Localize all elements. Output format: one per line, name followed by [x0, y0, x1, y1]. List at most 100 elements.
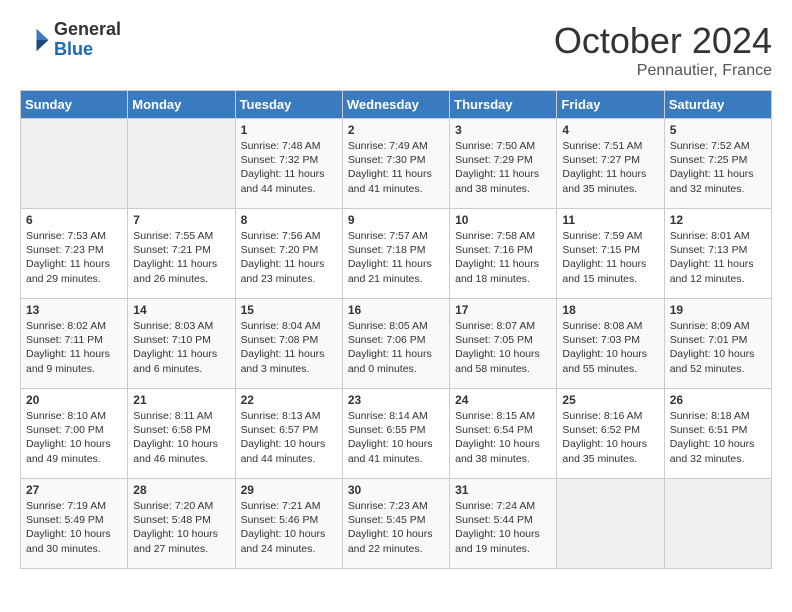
calendar-cell: 24 Sunrise: 8:15 AMSunset: 6:54 PMDayligh… [450, 389, 557, 479]
day-number: 27 [26, 483, 122, 497]
calendar-cell: 13Sunrise: 8:02 AMSunset: 7:11 PMDayligh… [21, 299, 128, 389]
logo-icon [20, 25, 50, 55]
day-number: 7 [133, 213, 229, 227]
calendar-cell: 6 Sunrise: 7:53 AMSunset: 7:23 PMDaylight… [21, 209, 128, 299]
cell-content: Sunrise: 8:04 AMSunset: 7:08 PMDaylight:… [241, 319, 337, 376]
calendar-cell: 18 Sunrise: 8:08 AMSunset: 7:03 PMDayligh… [557, 299, 664, 389]
cell-content: Sunrise: 8:09 AMSunset: 7:01 PMDaylight:… [670, 319, 766, 376]
calendar-cell [21, 119, 128, 209]
calendar-cell: 19 Sunrise: 8:09 AMSunset: 7:01 PMDayligh… [664, 299, 771, 389]
day-number: 20 [26, 393, 122, 407]
calendar-cell: 14 Sunrise: 8:03 AMSunset: 7:10 PMDayligh… [128, 299, 235, 389]
week-row-4: 27 Sunrise: 7:19 AMSunset: 5:49 PMDayligh… [21, 479, 772, 569]
cell-content: Sunrise: 8:11 AMSunset: 6:58 PMDaylight:… [133, 409, 229, 466]
day-number: 28 [133, 483, 229, 497]
day-number: 6 [26, 213, 122, 227]
calendar-cell: 3 Sunrise: 7:50 AMSunset: 7:29 PMDaylight… [450, 119, 557, 209]
logo-general: General [54, 20, 121, 40]
week-row-3: 20 Sunrise: 8:10 AMSunset: 7:00 PMDayligh… [21, 389, 772, 479]
calendar-cell [664, 479, 771, 569]
calendar-cell: 22 Sunrise: 8:13 AMSunset: 6:57 PMDayligh… [235, 389, 342, 479]
cell-content: Sunrise: 8:10 AMSunset: 7:00 PMDaylight:… [26, 409, 122, 466]
week-row-2: 13Sunrise: 8:02 AMSunset: 7:11 PMDayligh… [21, 299, 772, 389]
cell-content: Sunrise: 7:56 AMSunset: 7:20 PMDaylight:… [241, 229, 337, 286]
day-number: 1 [241, 123, 337, 137]
header-cell-sunday: Sunday [21, 91, 128, 119]
cell-content: Sunrise: 8:07 AMSunset: 7:05 PMDaylight:… [455, 319, 551, 376]
cell-content: Sunrise: 7:59 AMSunset: 7:15 PMDaylight:… [562, 229, 658, 286]
cell-content: Sunrise: 7:24 AMSunset: 5:44 PMDaylight:… [455, 499, 551, 556]
calendar-cell [557, 479, 664, 569]
day-number: 16 [348, 303, 444, 317]
calendar-cell: 12Sunrise: 8:01 AMSunset: 7:13 PMDayligh… [664, 209, 771, 299]
cell-content: Sunrise: 7:50 AMSunset: 7:29 PMDaylight:… [455, 139, 551, 196]
day-number: 12 [670, 213, 766, 227]
day-number: 19 [670, 303, 766, 317]
calendar-cell [128, 119, 235, 209]
calendar-cell: 27 Sunrise: 7:19 AMSunset: 5:49 PMDayligh… [21, 479, 128, 569]
cell-content: Sunrise: 7:52 AMSunset: 7:25 PMDaylight:… [670, 139, 766, 196]
calendar-cell: 17 Sunrise: 8:07 AMSunset: 7:05 PMDayligh… [450, 299, 557, 389]
calendar-table: SundayMondayTuesdayWednesdayThursdayFrid… [20, 90, 772, 569]
cell-content: Sunrise: 8:16 AMSunset: 6:52 PMDaylight:… [562, 409, 658, 466]
cell-content: Sunrise: 8:13 AMSunset: 6:57 PMDaylight:… [241, 409, 337, 466]
calendar-cell: 23Sunrise: 8:14 AMSunset: 6:55 PMDayligh… [342, 389, 449, 479]
cell-content: Sunrise: 7:21 AMSunset: 5:46 PMDaylight:… [241, 499, 337, 556]
calendar-cell: 21 Sunrise: 8:11 AMSunset: 6:58 PMDayligh… [128, 389, 235, 479]
week-row-0: 1 Sunrise: 7:48 AMSunset: 7:32 PMDaylight… [21, 119, 772, 209]
day-number: 9 [348, 213, 444, 227]
calendar-cell: 10Sunrise: 7:58 AMSunset: 7:16 PMDayligh… [450, 209, 557, 299]
day-number: 22 [241, 393, 337, 407]
cell-content: Sunrise: 8:18 AMSunset: 6:51 PMDaylight:… [670, 409, 766, 466]
day-number: 14 [133, 303, 229, 317]
day-number: 13 [26, 303, 122, 317]
cell-content: Sunrise: 7:55 AMSunset: 7:21 PMDaylight:… [133, 229, 229, 286]
day-number: 17 [455, 303, 551, 317]
day-number: 21 [133, 393, 229, 407]
day-number: 18 [562, 303, 658, 317]
calendar-cell: 5 Sunrise: 7:52 AMSunset: 7:25 PMDaylight… [664, 119, 771, 209]
calendar-cell: 11Sunrise: 7:59 AMSunset: 7:15 PMDayligh… [557, 209, 664, 299]
calendar-cell: 15 Sunrise: 8:04 AMSunset: 7:08 PMDayligh… [235, 299, 342, 389]
cell-content: Sunrise: 7:19 AMSunset: 5:49 PMDaylight:… [26, 499, 122, 556]
cell-content: Sunrise: 7:58 AMSunset: 7:16 PMDaylight:… [455, 229, 551, 286]
calendar-header: SundayMondayTuesdayWednesdayThursdayFrid… [21, 91, 772, 119]
day-number: 29 [241, 483, 337, 497]
day-number: 25 [562, 393, 658, 407]
calendar-cell: 30Sunrise: 7:23 AMSunset: 5:45 PMDayligh… [342, 479, 449, 569]
day-number: 5 [670, 123, 766, 137]
cell-content: Sunrise: 7:20 AMSunset: 5:48 PMDaylight:… [133, 499, 229, 556]
location-subtitle: Pennautier, France [554, 62, 772, 80]
calendar-cell: 9 Sunrise: 7:57 AMSunset: 7:18 PMDaylight… [342, 209, 449, 299]
header-cell-tuesday: Tuesday [235, 91, 342, 119]
header-cell-saturday: Saturday [664, 91, 771, 119]
calendar-cell: 16 Sunrise: 8:05 AMSunset: 7:06 PMDayligh… [342, 299, 449, 389]
day-number: 30 [348, 483, 444, 497]
day-number: 26 [670, 393, 766, 407]
day-number: 24 [455, 393, 551, 407]
calendar-body: 1 Sunrise: 7:48 AMSunset: 7:32 PMDaylight… [21, 119, 772, 569]
calendar-cell: 29 Sunrise: 7:21 AMSunset: 5:46 PMDayligh… [235, 479, 342, 569]
cell-content: Sunrise: 7:57 AMSunset: 7:18 PMDaylight:… [348, 229, 444, 286]
header-row: SundayMondayTuesdayWednesdayThursdayFrid… [21, 91, 772, 119]
calendar-cell: 28 Sunrise: 7:20 AMSunset: 5:48 PMDayligh… [128, 479, 235, 569]
day-number: 8 [241, 213, 337, 227]
header-cell-thursday: Thursday [450, 91, 557, 119]
calendar-cell: 26 Sunrise: 8:18 AMSunset: 6:51 PMDayligh… [664, 389, 771, 479]
cell-content: Sunrise: 8:03 AMSunset: 7:10 PMDaylight:… [133, 319, 229, 376]
header-cell-wednesday: Wednesday [342, 91, 449, 119]
week-row-1: 6 Sunrise: 7:53 AMSunset: 7:23 PMDaylight… [21, 209, 772, 299]
cell-content: Sunrise: 7:48 AMSunset: 7:32 PMDaylight:… [241, 139, 337, 196]
calendar-cell: 20 Sunrise: 8:10 AMSunset: 7:00 PMDayligh… [21, 389, 128, 479]
header-cell-monday: Monday [128, 91, 235, 119]
day-number: 3 [455, 123, 551, 137]
cell-content: Sunrise: 7:53 AMSunset: 7:23 PMDaylight:… [26, 229, 122, 286]
cell-content: Sunrise: 8:08 AMSunset: 7:03 PMDaylight:… [562, 319, 658, 376]
day-number: 31 [455, 483, 551, 497]
day-number: 15 [241, 303, 337, 317]
cell-content: Sunrise: 7:51 AMSunset: 7:27 PMDaylight:… [562, 139, 658, 196]
day-number: 23 [348, 393, 444, 407]
cell-content: Sunrise: 8:05 AMSunset: 7:06 PMDaylight:… [348, 319, 444, 376]
cell-content: Sunrise: 8:15 AMSunset: 6:54 PMDaylight:… [455, 409, 551, 466]
header-cell-friday: Friday [557, 91, 664, 119]
